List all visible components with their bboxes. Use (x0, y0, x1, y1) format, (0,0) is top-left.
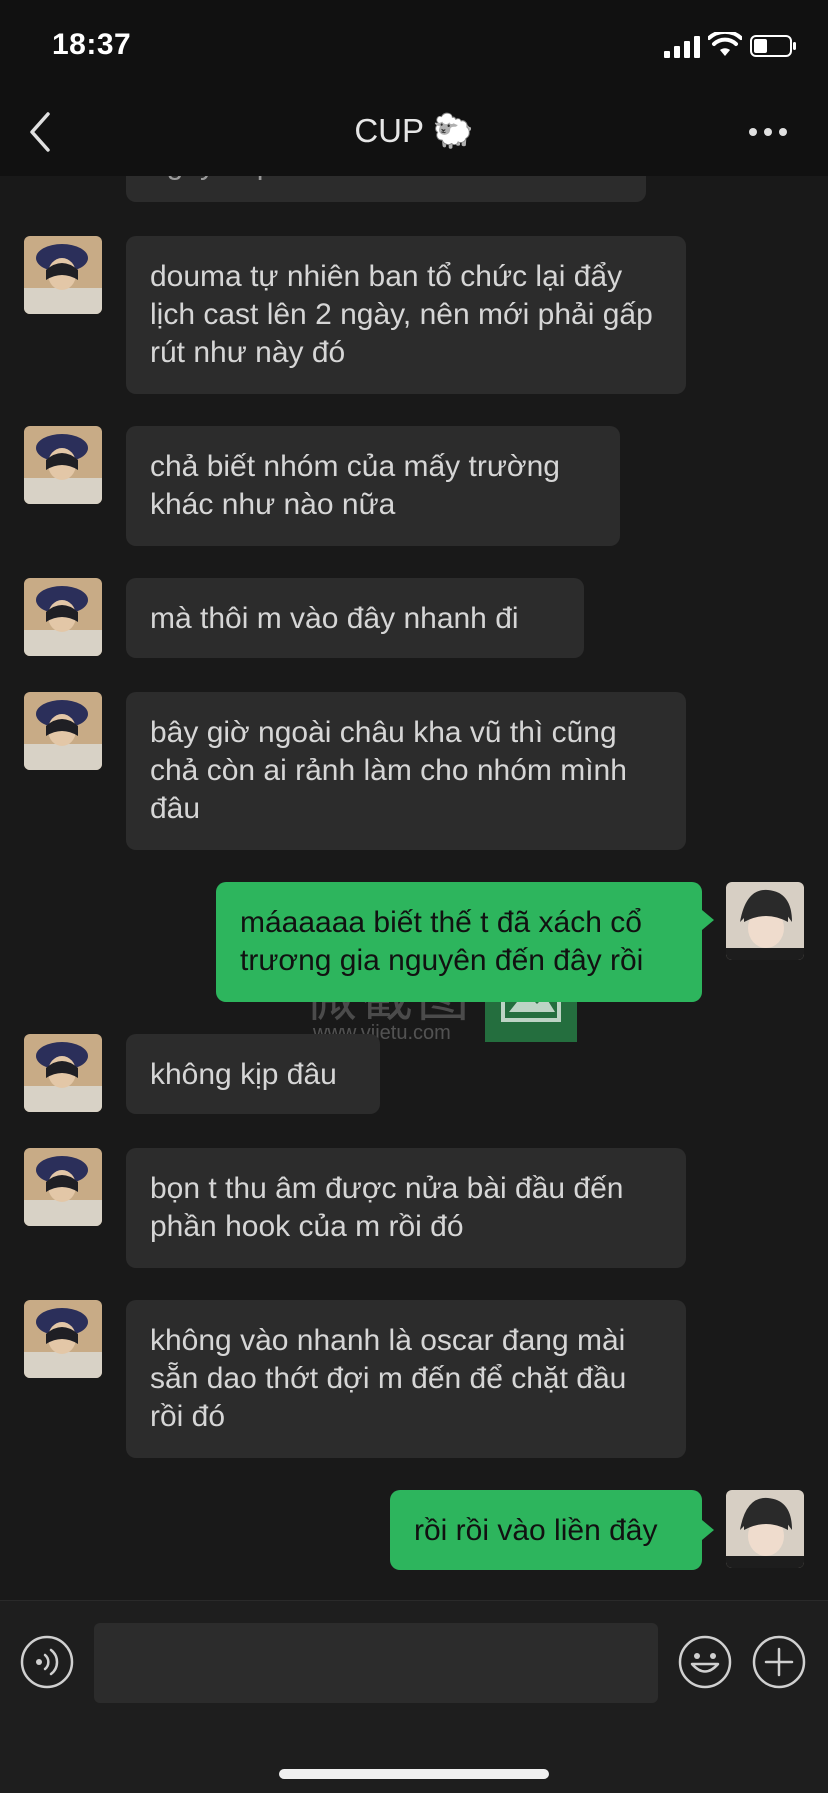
voice-icon[interactable] (20, 1635, 74, 1689)
avatar-image (24, 426, 102, 504)
avatar-other[interactable] (24, 692, 102, 770)
avatar-image (24, 1300, 102, 1378)
message-bubble-incoming[interactable]: không kịp đâu (126, 1034, 380, 1114)
message-bubble-incoming[interactable]: chả biết nhóm của mấy trường khác như nà… (126, 426, 620, 546)
message-text: rồi rồi vào liền đây (414, 1514, 658, 1547)
avatar-image (24, 1148, 102, 1226)
message-bubble-incoming[interactable]: mà thôi m vào đây nhanh đi (126, 578, 584, 658)
avatar-image (24, 692, 102, 770)
message-text: máaaaaa biết thế t đã xách cổ trương gia… (240, 906, 644, 977)
message-text: không vào nhanh là oscar đang mài sẵn da… (150, 1324, 627, 1433)
avatar-image (24, 578, 102, 656)
home-indicator (279, 1769, 549, 1779)
avatar-other[interactable] (24, 1300, 102, 1378)
message-text: ngày ... p (150, 176, 622, 184)
message-bubble-incoming[interactable]: bây giờ ngoài châu kha vũ thì cũng chả c… (126, 692, 686, 850)
avatar-other[interactable] (24, 1034, 102, 1112)
avatar-image (24, 1034, 102, 1112)
message-text: bây giờ ngoài châu kha vũ thì cũng chả c… (150, 716, 627, 825)
wifi-icon (708, 32, 742, 56)
message-text: mà thôi m vào đây nhanh đi (150, 602, 519, 635)
status-time: 18:37 (52, 28, 132, 61)
avatar-image (726, 1490, 804, 1568)
emoji-icon[interactable] (678, 1635, 732, 1689)
bubble-tail (702, 1520, 714, 1540)
avatar-image (24, 236, 102, 314)
avatar-other[interactable] (24, 578, 102, 656)
avatar-me[interactable] (726, 882, 804, 960)
message-text: không kịp đâu (150, 1058, 337, 1091)
avatar-other[interactable] (24, 1148, 102, 1226)
message-text: bọn t thu âm được nửa bài đầu đến phần h… (150, 1172, 624, 1243)
message-text: douma tự nhiên ban tổ chức lại đẩy lịch … (150, 260, 653, 369)
message-list[interactable]: ngày ... p douma tự nhiên ban tổ chức lạ… (0, 176, 828, 1600)
message-bubble-outgoing[interactable]: máaaaaa biết thế t đã xách cổ trương gia… (216, 882, 702, 1002)
avatar-me[interactable] (726, 1490, 804, 1568)
message-bubble-outgoing[interactable]: rồi rồi vào liền đây (390, 1490, 702, 1570)
message-bubble-incoming[interactable]: douma tự nhiên ban tổ chức lại đẩy lịch … (126, 236, 686, 394)
status-bar: 18:37 (0, 0, 828, 90)
more-dots-icon[interactable] (748, 126, 788, 138)
message-bubble-incoming[interactable]: ngày ... p (126, 176, 646, 202)
chat-title: CUP 🐑 (354, 112, 474, 149)
battery-icon (750, 35, 796, 57)
avatar-other[interactable] (24, 236, 102, 314)
input-bar (0, 1600, 828, 1793)
message-input[interactable] (94, 1623, 658, 1703)
avatar-other[interactable] (24, 426, 102, 504)
bubble-tail (702, 910, 714, 930)
message-text: chả biết nhóm của mấy trường khác như nà… (150, 450, 560, 521)
plus-icon[interactable] (752, 1635, 806, 1689)
message-bubble-incoming[interactable]: không vào nhanh là oscar đang mài sẵn da… (126, 1300, 686, 1458)
avatar-image (726, 882, 804, 960)
cellular-signal-icon (664, 36, 700, 58)
message-bubble-incoming[interactable]: bọn t thu âm được nửa bài đầu đến phần h… (126, 1148, 686, 1268)
nav-bar: CUP 🐑 (0, 90, 828, 176)
